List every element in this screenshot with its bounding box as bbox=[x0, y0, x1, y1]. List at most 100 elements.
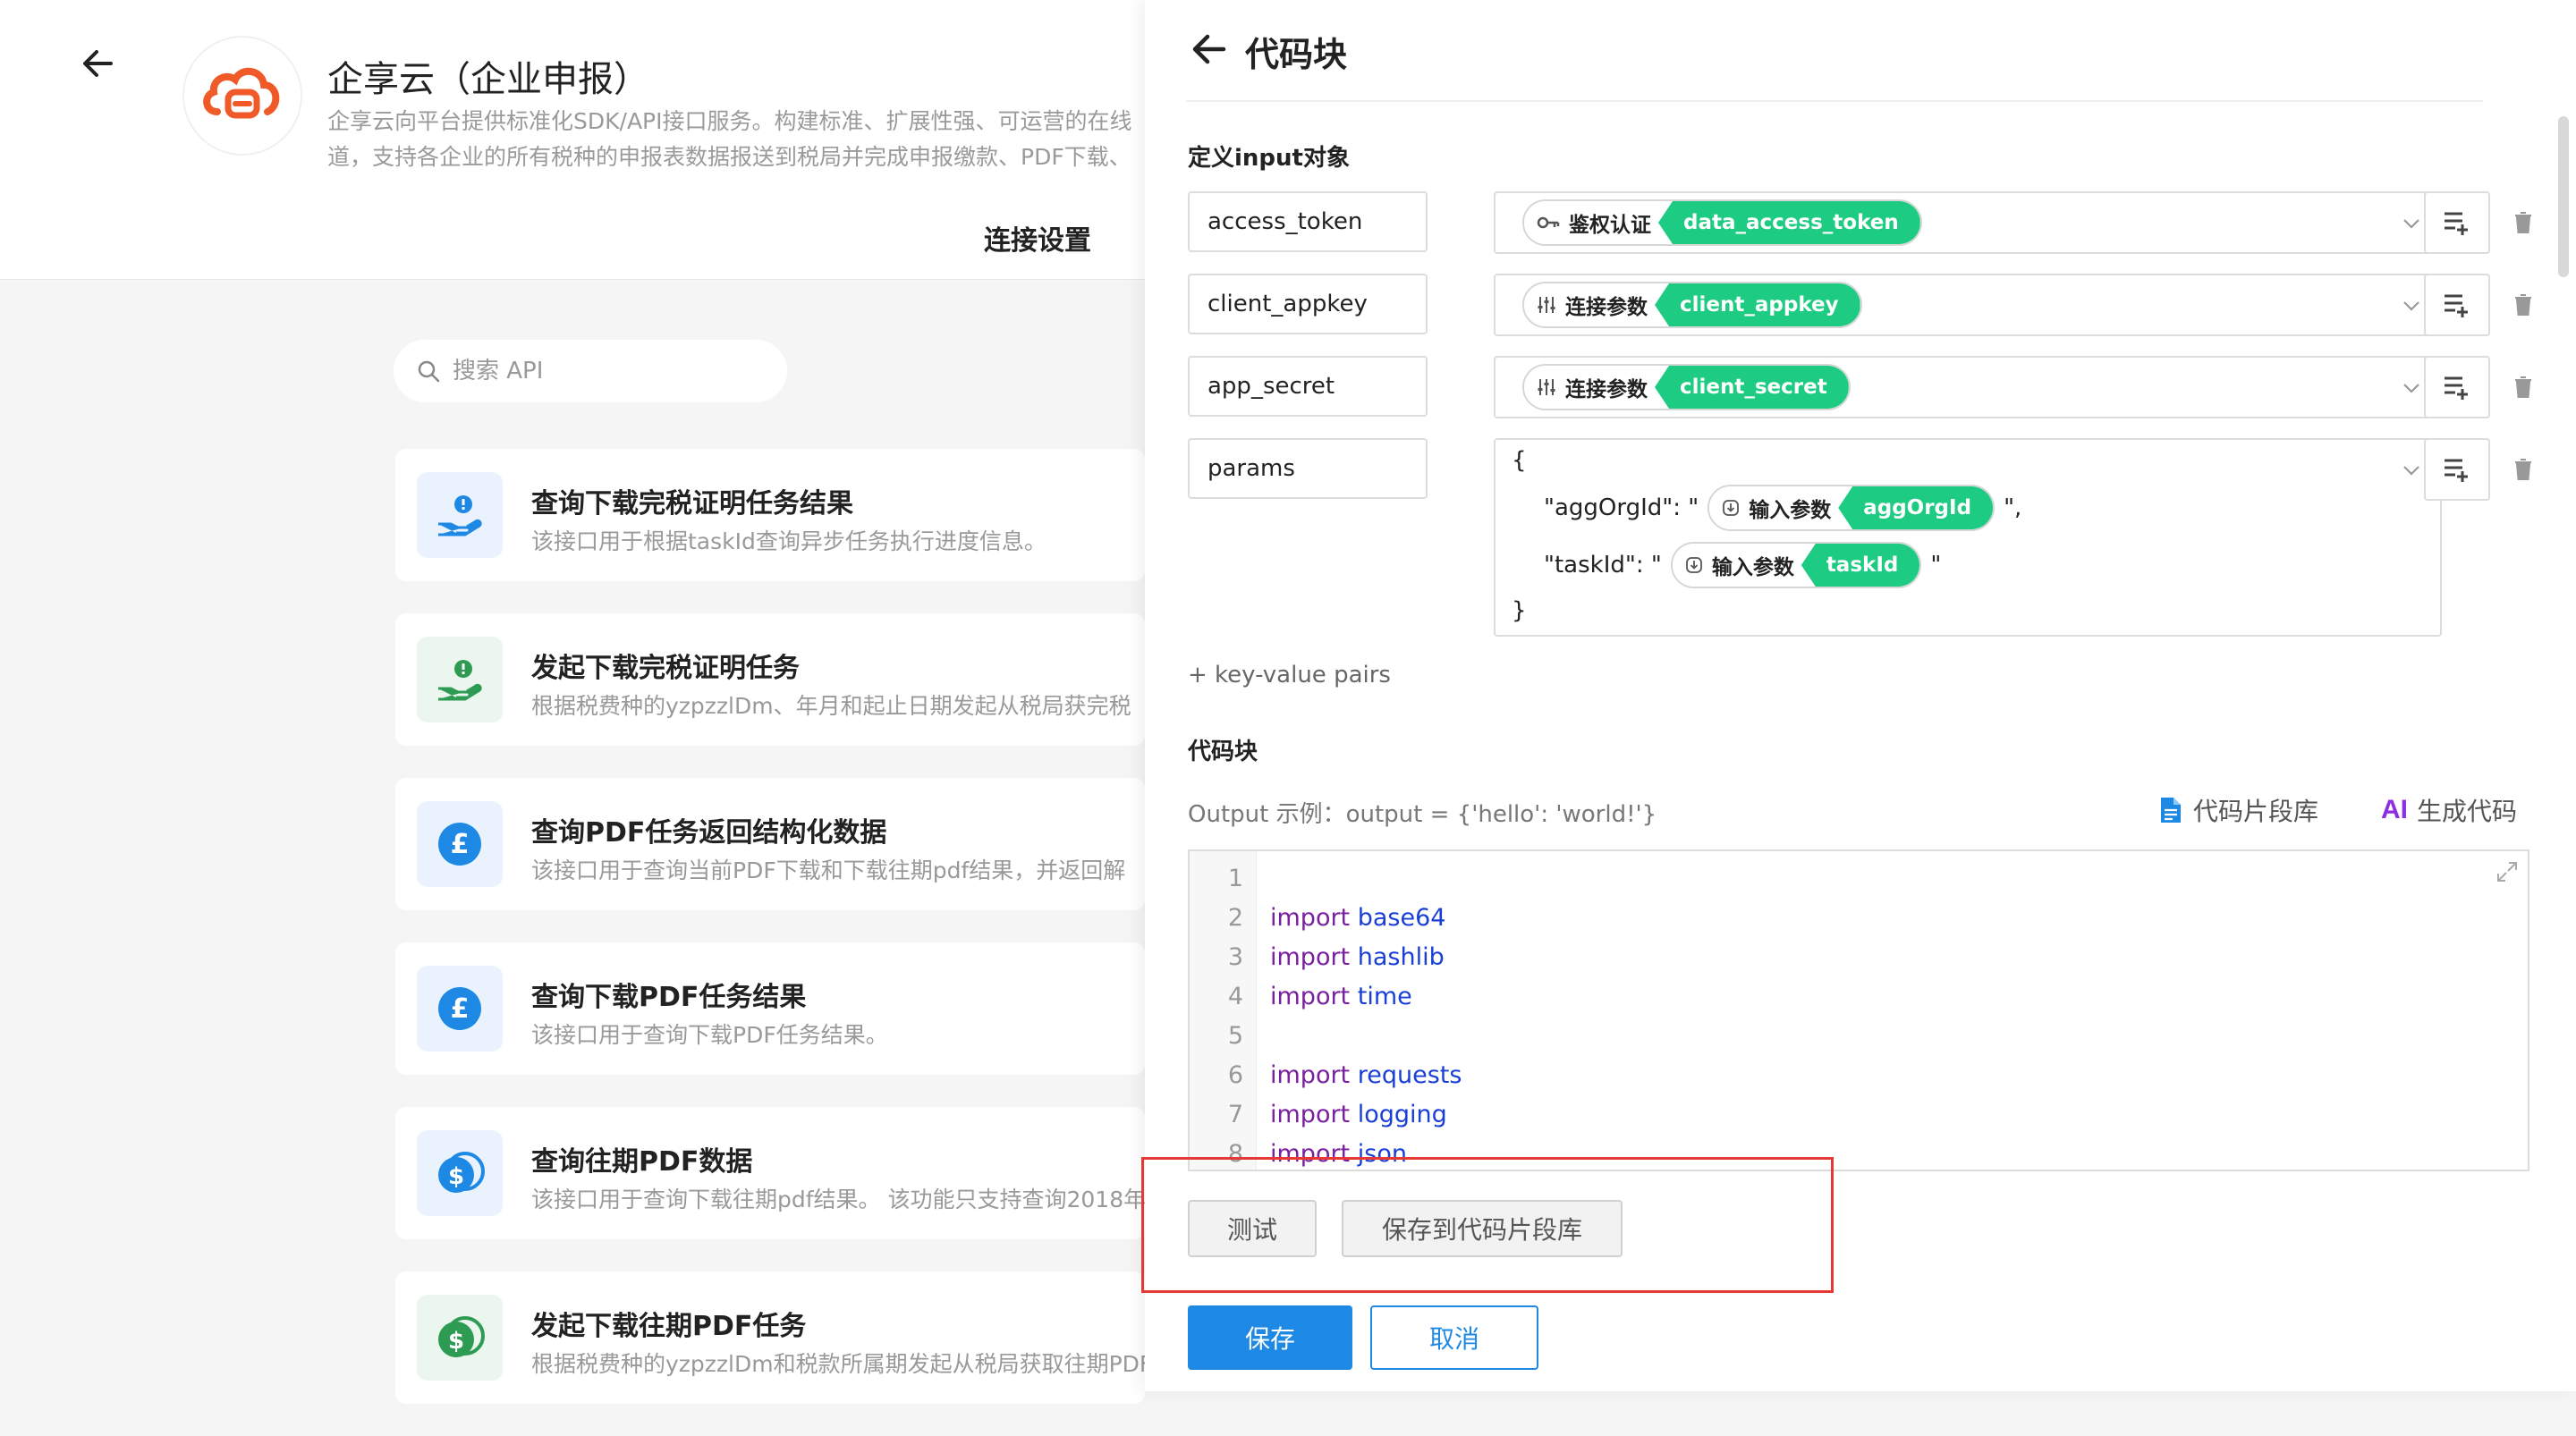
api-icon: $ bbox=[417, 1295, 503, 1381]
api-description: 该接口用于根据taskId查询异步任务执行进度信息。 bbox=[531, 528, 1046, 554]
input-param-icon bbox=[1685, 557, 1702, 573]
insert-list-button[interactable] bbox=[2424, 438, 2490, 501]
api-title: 发起下载完税证明任务 bbox=[531, 653, 800, 684]
code-keyword: import bbox=[1270, 942, 1351, 971]
save-button[interactable]: 保存 bbox=[1188, 1305, 1352, 1370]
trash-icon bbox=[2515, 212, 2531, 233]
sliders-icon bbox=[1538, 379, 1555, 395]
param-value-select[interactable]: 连接参数 client_appkey bbox=[1494, 274, 2442, 336]
scrollbar[interactable] bbox=[2558, 116, 2569, 277]
api-title: 查询下载完税证明任务结果 bbox=[531, 488, 853, 519]
api-icon bbox=[417, 637, 503, 722]
api-card[interactable]: 发起下载完税证明任务 根据税费种的yzpzzlDm、年月和起止日期发起从税局获完… bbox=[395, 613, 1145, 746]
code-module: json bbox=[1357, 1139, 1407, 1168]
document-icon bbox=[2161, 798, 2181, 823]
param-value-select[interactable]: 连接参数 client_secret bbox=[1494, 356, 2442, 418]
trash-icon bbox=[2515, 459, 2531, 480]
search-input[interactable] bbox=[451, 357, 758, 385]
input-param-icon bbox=[1723, 500, 1740, 516]
api-card[interactable]: 查询下载完税证明任务结果 该接口用于根据taskId查询异步任务执行进度信息。 bbox=[395, 449, 1145, 581]
trash-icon bbox=[2515, 294, 2531, 316]
api-title: 查询下载PDF任务结果 bbox=[531, 982, 807, 1013]
line-number: 7 bbox=[1227, 1100, 1243, 1128]
param-chip: 鉴权认证 data_access_token bbox=[1522, 199, 1922, 246]
param-key-field[interactable]: params bbox=[1188, 438, 1428, 499]
code-keyword: import bbox=[1270, 1060, 1351, 1089]
code-line: 6 import requests bbox=[1190, 1055, 1462, 1094]
code-line: 4 import time bbox=[1190, 976, 1412, 1016]
line-number: 6 bbox=[1227, 1060, 1243, 1089]
app-title: 企享云（企业申报） bbox=[327, 59, 649, 100]
param-key-field[interactable]: client_appkey bbox=[1188, 274, 1428, 334]
snippet-library-link[interactable]: 代码片段库 bbox=[2159, 792, 2318, 828]
api-icon: $ bbox=[417, 1130, 503, 1216]
param-value-select[interactable]: 鉴权认证 data_access_token bbox=[1494, 191, 2442, 254]
cancel-button[interactable]: 取消 bbox=[1370, 1305, 1538, 1370]
code-keyword: import bbox=[1270, 1100, 1351, 1128]
api-description: 根据税费种的yzpzzlDm、年月和起止日期发起从税局获完税 bbox=[531, 693, 1131, 719]
param-chip: 连接参数 client_appkey bbox=[1522, 282, 1862, 328]
api-title: 查询PDF任务返回结构化数据 bbox=[531, 817, 887, 849]
param-key-field[interactable]: access_token bbox=[1188, 191, 1428, 252]
drawer-title: 代码块 bbox=[1245, 35, 1348, 74]
json-open-brace: { bbox=[1512, 447, 1527, 474]
api-icon: £ bbox=[417, 966, 503, 1052]
chip-value: aggOrgId bbox=[1838, 486, 1994, 529]
chip-type-label: 输入参数 bbox=[1711, 556, 1794, 579]
code-editor[interactable]: 1 2 import base64 3 import hashlib 4 imp… bbox=[1188, 849, 2529, 1171]
pound-icon: £ bbox=[438, 823, 481, 866]
line-number: 8 bbox=[1227, 1139, 1243, 1168]
chip-type-label: 连接参数 bbox=[1565, 378, 1648, 401]
app-description: 企享云向平台提供标准化SDK/API接口服务。构建标准、扩展性强、可运营的在线 … bbox=[327, 104, 1132, 175]
save-to-snippet-library-button[interactable]: 保存到代码片段库 bbox=[1342, 1200, 1623, 1257]
chip-type: 输入参数 bbox=[1672, 544, 1805, 587]
param-key-field[interactable]: app_secret bbox=[1188, 356, 1428, 417]
api-card[interactable]: £ 查询PDF任务返回结构化数据 该接口用于查询当前PDF下载和下载往期pdf结… bbox=[395, 778, 1145, 910]
insert-list-button[interactable] bbox=[2424, 274, 2490, 336]
expand-icon[interactable] bbox=[2496, 860, 2519, 883]
ai-generate-code-link[interactable]: AI 生成代码 bbox=[2381, 792, 2517, 828]
test-button[interactable]: 测试 bbox=[1188, 1200, 1317, 1257]
chip-type: 连接参数 bbox=[1524, 283, 1658, 326]
chevron-down-icon bbox=[2403, 301, 2419, 311]
chip-type-label: 连接参数 bbox=[1565, 296, 1648, 319]
insert-list-button[interactable] bbox=[2424, 356, 2490, 418]
ai-generate-label: 生成代码 bbox=[2417, 797, 2518, 826]
dollar-coins-icon: $ bbox=[438, 1316, 485, 1357]
code-keyword: import bbox=[1270, 903, 1351, 932]
chevron-down-icon bbox=[2403, 219, 2419, 229]
code-keyword: import bbox=[1270, 1139, 1351, 1168]
line-number: 5 bbox=[1227, 1021, 1243, 1050]
api-card[interactable]: $ 查询往期PDF数据 该接口用于查询下载往期pdf结果。 该功能只支持查询20… bbox=[395, 1107, 1145, 1239]
add-key-value-pairs-link[interactable]: + key-value pairs bbox=[1188, 662, 1391, 688]
param-object-editor[interactable]: { "aggOrgId": " 输入参数 aggOrgId ", "taskId… bbox=[1494, 438, 2442, 637]
hand-coin-icon bbox=[438, 660, 482, 701]
chip-value: client_appkey bbox=[1655, 283, 1860, 326]
api-card[interactable]: £ 查询下载PDF任务结果 该接口用于查询下载PDF任务结果。 bbox=[395, 942, 1145, 1075]
back-arrow-icon[interactable] bbox=[75, 41, 120, 86]
api-description: 该接口用于查询当前PDF下载和下载往期pdf结果，并返回解 bbox=[531, 857, 1126, 883]
api-card[interactable]: $ 发起下载往期PDF任务 根据税费种的yzpzzlDm和税款所属期发起从税局获… bbox=[395, 1271, 1145, 1404]
svg-text:$: $ bbox=[448, 1328, 464, 1355]
output-example-text: Output 示例：output = {'hello': 'world!'} bbox=[1188, 801, 1657, 828]
code-module: requests bbox=[1357, 1060, 1462, 1089]
json-key-text: "taskId": " bbox=[1544, 552, 1662, 579]
input-section-label: 定义input对象 bbox=[1188, 145, 1350, 172]
chip-value: data_access_token bbox=[1658, 201, 1920, 244]
delete-button[interactable] bbox=[2508, 290, 2538, 320]
app-logo bbox=[182, 36, 302, 156]
json-key-text: "aggOrgId": " bbox=[1544, 494, 1699, 521]
insert-list-button[interactable] bbox=[2424, 191, 2490, 254]
delete-button[interactable] bbox=[2508, 207, 2538, 238]
code-module: time bbox=[1357, 982, 1412, 1010]
api-search-box[interactable] bbox=[394, 340, 787, 402]
back-arrow-icon[interactable] bbox=[1186, 27, 1231, 72]
chip-type: 连接参数 bbox=[1524, 366, 1658, 409]
delete-button[interactable] bbox=[2508, 372, 2538, 402]
list-add-icon bbox=[2445, 294, 2468, 317]
code-line: 8 import json bbox=[1190, 1134, 1407, 1170]
tab-connection-settings[interactable]: 连接设置 bbox=[984, 218, 1091, 258]
code-module: logging bbox=[1357, 1100, 1447, 1128]
code-module: base64 bbox=[1357, 903, 1446, 932]
delete-button[interactable] bbox=[2508, 454, 2538, 485]
